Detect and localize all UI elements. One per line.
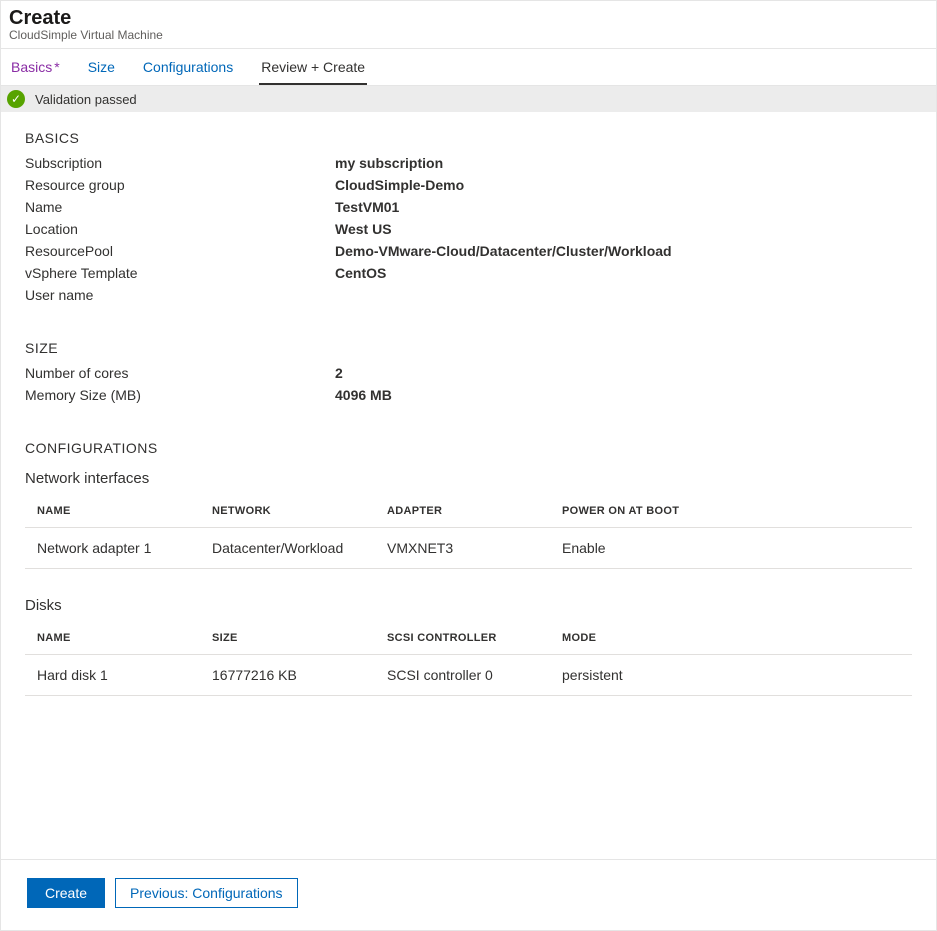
cell-size: 16777216 KB [200, 655, 375, 696]
footer: Create Previous: Configurations [1, 859, 936, 930]
kv-value: 2 [335, 365, 343, 381]
disks-table: NAME SIZE SCSI CONTROLLER MODE Hard disk… [25, 622, 912, 696]
kv-location: Location West US [25, 218, 912, 240]
kv-label: Name [25, 199, 335, 215]
subhead-network: Network interfaces [25, 470, 912, 487]
network-table: NAME NETWORK ADAPTER POWER ON AT BOOT Ne… [25, 495, 912, 569]
kv-resource-group: Resource group CloudSimple-Demo [25, 174, 912, 196]
tab-review-create[interactable]: Review + Create [259, 49, 367, 85]
kv-label: vSphere Template [25, 265, 335, 281]
validation-banner: ✓ Validation passed [1, 86, 936, 112]
section-size-heading: SIZE [25, 340, 912, 356]
th-mode: MODE [550, 622, 912, 655]
tab-basics[interactable]: Basics* [9, 49, 62, 85]
kv-value: TestVM01 [335, 199, 399, 215]
content-scroll: ✓ Validation passed BASICS Subscription … [1, 86, 936, 859]
cell-name: Network adapter 1 [25, 528, 200, 569]
table-row: Hard disk 1 16777216 KB SCSI controller … [25, 655, 912, 696]
kv-label: Memory Size (MB) [25, 387, 335, 403]
th-power: POWER ON AT BOOT [550, 495, 912, 528]
section-basics-heading: BASICS [25, 130, 912, 146]
cell-scsi: SCSI controller 0 [375, 655, 550, 696]
kv-label: Number of cores [25, 365, 335, 381]
th-name: NAME [25, 622, 200, 655]
kv-label: Subscription [25, 155, 335, 171]
kv-memory: Memory Size (MB) 4096 MB [25, 384, 912, 406]
cell-power: Enable [550, 528, 912, 569]
tab-size-label: Size [88, 59, 115, 75]
previous-button[interactable]: Previous: Configurations [115, 878, 298, 908]
blade-header: Create CloudSimple Virtual Machine [1, 1, 936, 49]
cell-network: Datacenter/Workload [200, 528, 375, 569]
page-subtitle: CloudSimple Virtual Machine [9, 28, 928, 42]
tab-size[interactable]: Size [86, 49, 117, 85]
th-size: SIZE [200, 622, 375, 655]
tab-review-create-label: Review + Create [261, 59, 365, 75]
kv-value: West US [335, 221, 392, 237]
kv-cores: Number of cores 2 [25, 362, 912, 384]
create-button[interactable]: Create [27, 878, 105, 908]
tab-configurations[interactable]: Configurations [141, 49, 235, 85]
cell-name: Hard disk 1 [25, 655, 200, 696]
kv-label: User name [25, 287, 335, 303]
page-title: Create [9, 7, 928, 30]
kv-vsphere-template: vSphere Template CentOS [25, 262, 912, 284]
kv-value: my subscription [335, 155, 443, 171]
cell-mode: persistent [550, 655, 912, 696]
kv-subscription: Subscription my subscription [25, 152, 912, 174]
section-config-heading: CONFIGURATIONS [25, 440, 912, 456]
tab-configurations-label: Configurations [143, 59, 233, 75]
table-row: Network adapter 1 Datacenter/Workload VM… [25, 528, 912, 569]
kv-resource-pool: ResourcePool Demo-VMware-Cloud/Datacente… [25, 240, 912, 262]
th-name: NAME [25, 495, 200, 528]
cell-adapter: VMXNET3 [375, 528, 550, 569]
required-asterisk: * [52, 59, 59, 75]
kv-value: Demo-VMware-Cloud/Datacenter/Cluster/Wor… [335, 243, 672, 259]
kv-label: Location [25, 221, 335, 237]
kv-label: ResourcePool [25, 243, 335, 259]
kv-name: Name TestVM01 [25, 196, 912, 218]
validation-text: Validation passed [35, 92, 137, 107]
kv-value: CentOS [335, 265, 386, 281]
subhead-disks: Disks [25, 597, 912, 614]
th-scsi: SCSI CONTROLLER [375, 622, 550, 655]
kv-value: 4096 MB [335, 387, 392, 403]
kv-user-name: User name [25, 284, 912, 306]
wizard-tabs: Basics* Size Configurations Review + Cre… [1, 49, 936, 86]
check-icon: ✓ [7, 90, 25, 108]
kv-value: CloudSimple-Demo [335, 177, 464, 193]
th-adapter: ADAPTER [375, 495, 550, 528]
tab-basics-label: Basics [11, 59, 52, 75]
kv-label: Resource group [25, 177, 335, 193]
th-network: NETWORK [200, 495, 375, 528]
